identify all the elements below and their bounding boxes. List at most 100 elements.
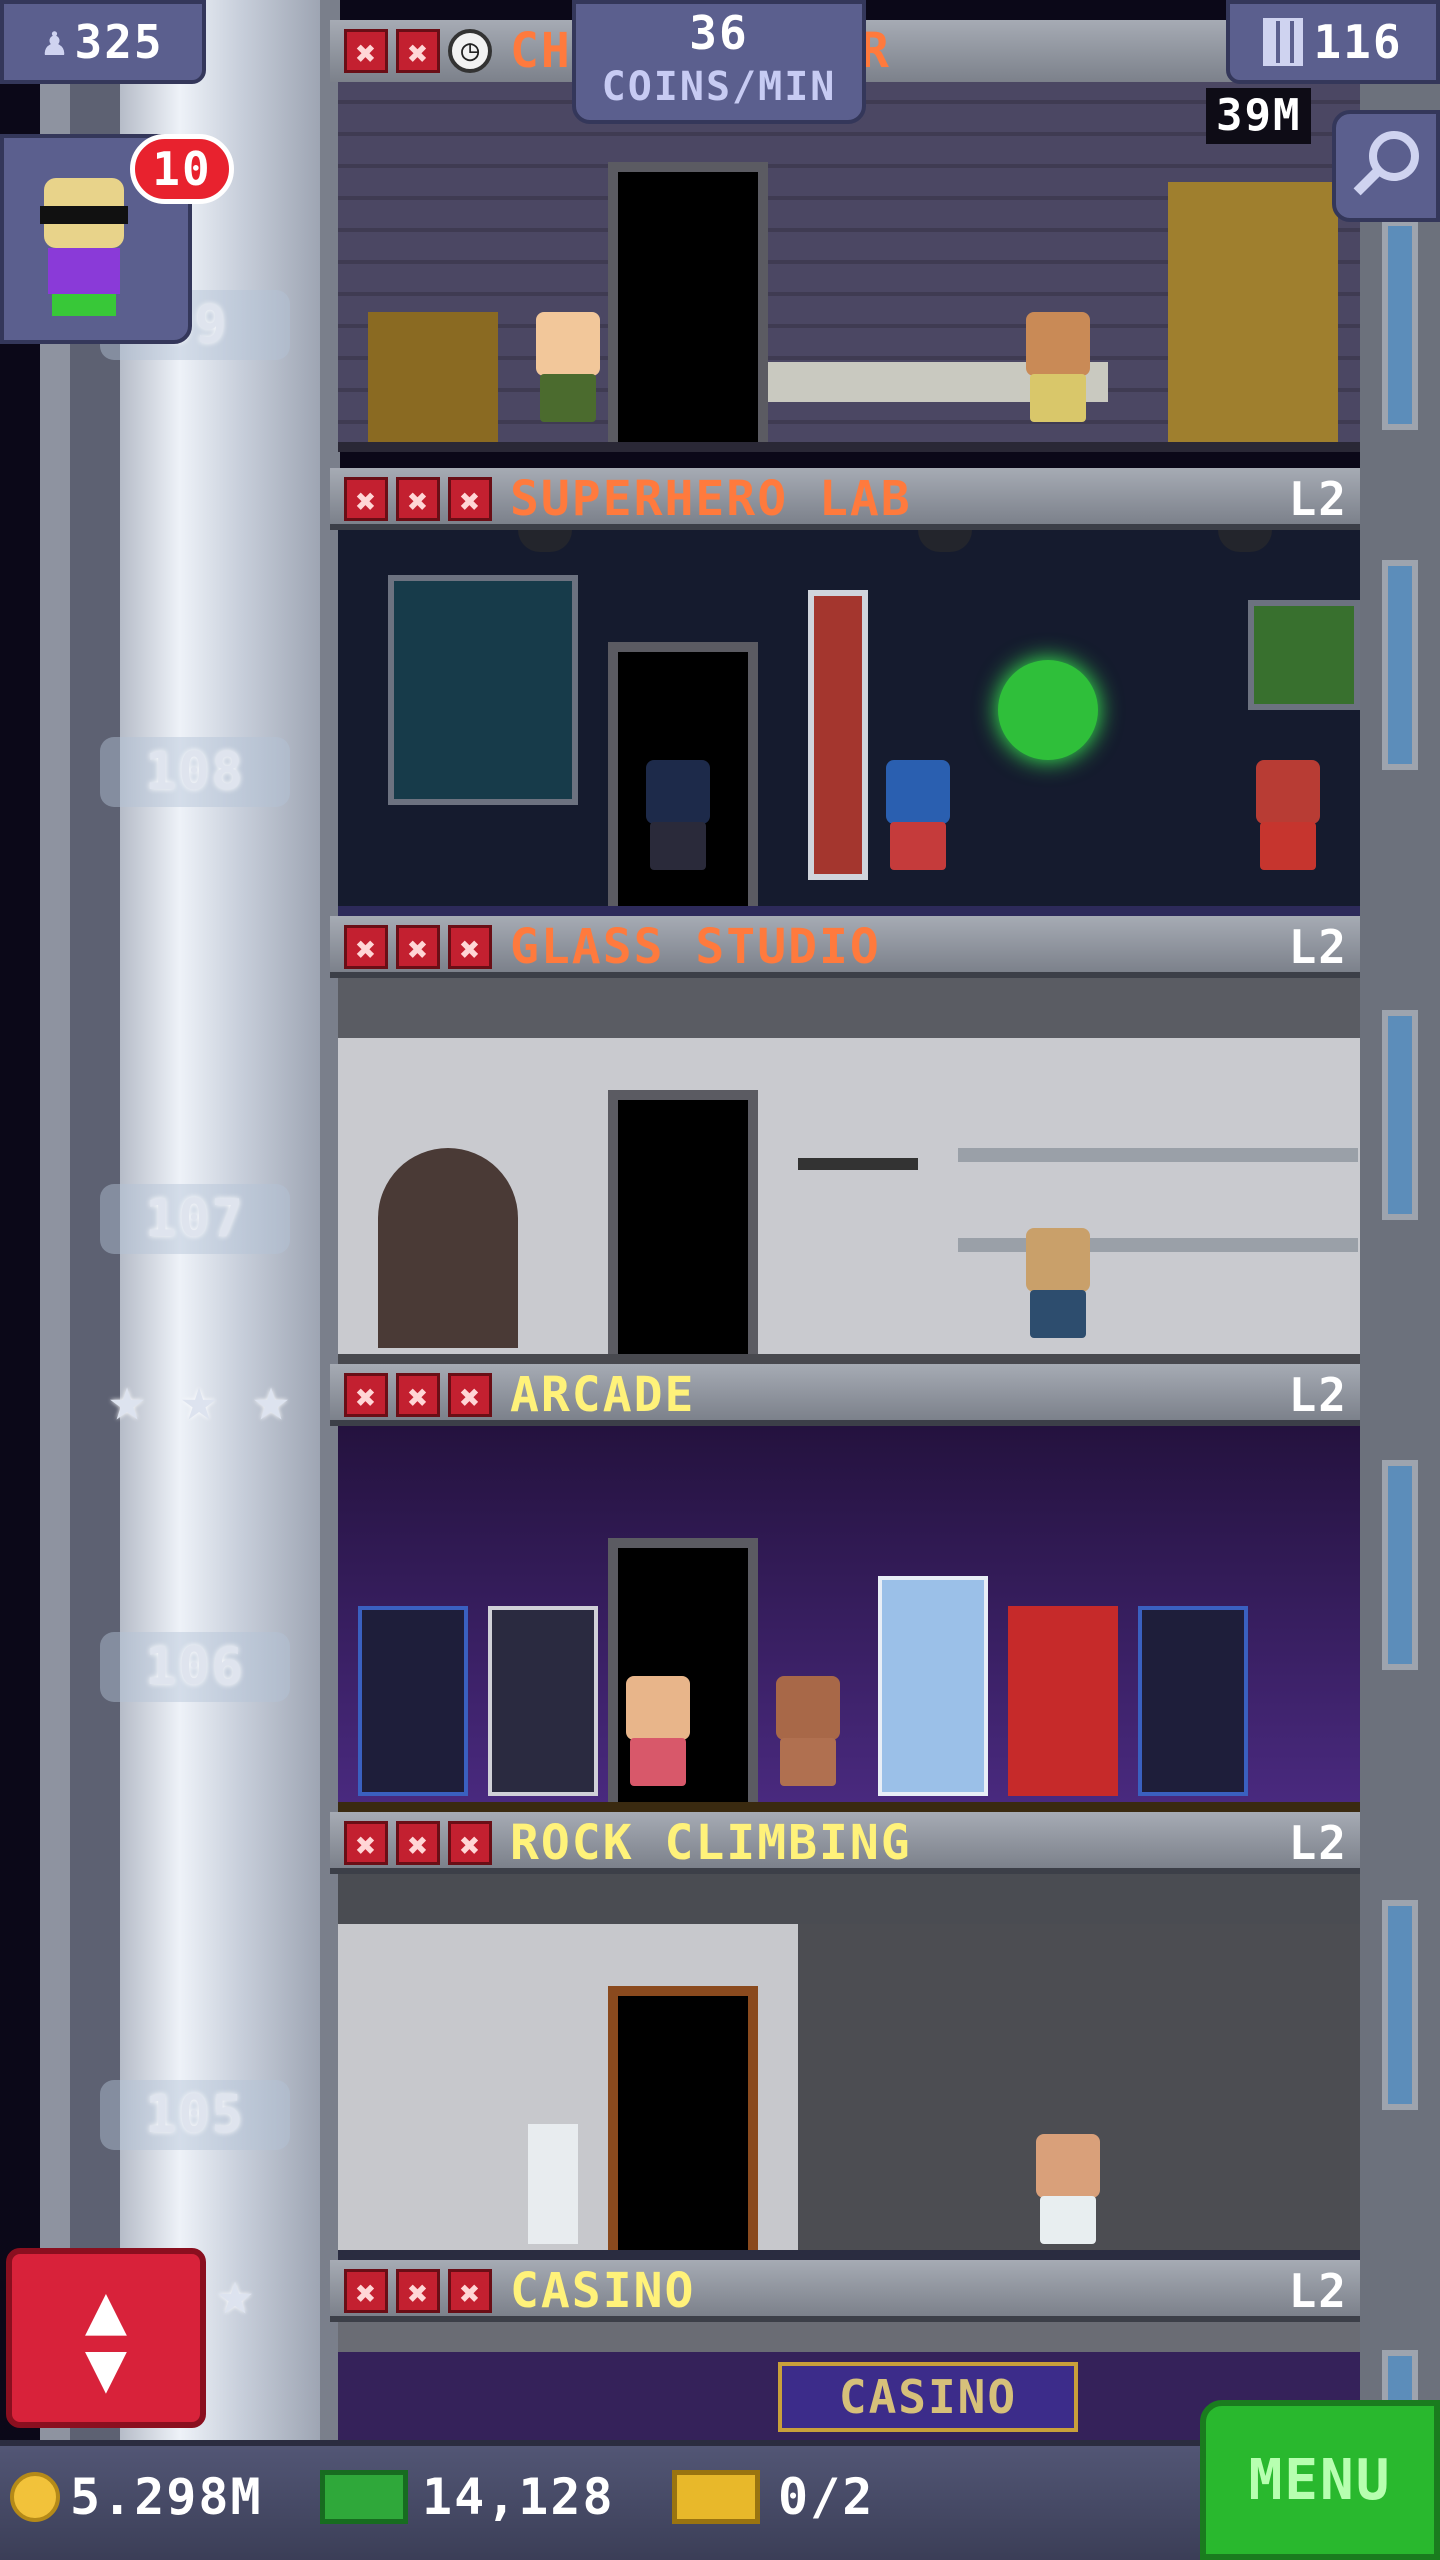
vip-ticket-icon: [672, 2470, 760, 2524]
population-counter[interactable]: ♟ 325: [0, 0, 206, 84]
stock-x-icon: ✖: [344, 1821, 388, 1866]
floor-number-107: 107: [100, 1184, 290, 1254]
cocoa-bin: [368, 312, 498, 442]
citizen[interactable]: [1018, 1228, 1098, 1348]
citizen[interactable]: [528, 312, 608, 432]
arcade-cabinet: [488, 1606, 598, 1796]
bux-value: 14,128: [422, 2468, 615, 2526]
citizen[interactable]: [618, 1676, 698, 1796]
floor-arcade[interactable]: ✖ ✖ ✖ ARCADE L2: [330, 1364, 1360, 1812]
elevator-arrows-icon: ▲ ▼: [84, 2268, 128, 2408]
casino-sign: CASINO: [778, 2362, 1078, 2432]
floor-rock-climbing[interactable]: ✖ ✖ ✖ ROCK CLIMBING L2: [330, 1812, 1360, 2260]
coin-icon: [10, 2472, 60, 2522]
coins-per-min-panel: 36 COINS/MIN: [572, 0, 866, 124]
floor-room: [338, 530, 1360, 916]
stock-x-icon: ✖: [344, 1373, 388, 1418]
arcade-cabinet: [1138, 1606, 1248, 1796]
door: [608, 1090, 758, 1364]
floor-level: L2: [1288, 1368, 1348, 1422]
vip-display[interactable]: 0/2: [672, 2468, 874, 2526]
stock-x-icon: ✖: [344, 477, 388, 522]
floor-name: ARCADE: [510, 1367, 696, 1423]
dna-tube: [808, 590, 868, 880]
floor-room: [338, 978, 1360, 1364]
stock-x-icon: ✖: [396, 925, 440, 970]
shelf: [958, 1148, 1358, 1162]
stock-x-icon: ✖: [448, 925, 492, 970]
floor-number-106: 106: [100, 1632, 290, 1702]
floors-counter[interactable]: 116: [1226, 0, 1440, 84]
floor-number-108: 108: [100, 737, 290, 807]
floor-name: CH: [510, 23, 572, 79]
floor-glass-studio[interactable]: ✖ ✖ ✖ GLASS STUDIO L2: [330, 916, 1360, 1364]
bitizen-button[interactable]: 10: [0, 134, 234, 344]
floor-name: CASINO: [510, 2263, 696, 2319]
citizen[interactable]: [878, 760, 958, 880]
citizen[interactable]: [768, 1676, 848, 1796]
vip-value: 0/2: [778, 2468, 875, 2526]
chocolate-machine: [1168, 182, 1338, 442]
coins-per-min-label: COINS/MIN: [601, 64, 837, 110]
elevator-stars: ★ ★ ★: [96, 1368, 302, 1430]
floor-stock-amount: 39M: [1206, 88, 1312, 144]
floors-value: 116: [1313, 15, 1403, 69]
tool-rack: [798, 1158, 918, 1170]
floor-name: ROCK CLIMBING: [510, 1815, 912, 1871]
floor-level: L2: [1288, 472, 1348, 526]
claw-machine: [878, 1576, 988, 1796]
citizen[interactable]: [1028, 2134, 1108, 2254]
bux-icon: [320, 2470, 408, 2524]
citizen[interactable]: [638, 760, 718, 880]
coins-display[interactable]: 5.298M: [10, 2468, 263, 2526]
stock-x-icon: ✖: [396, 477, 440, 522]
coins-value: 5.298M: [70, 2468, 263, 2526]
arcade-cabinet: [1008, 1606, 1118, 1796]
floor-room: [338, 1426, 1360, 1812]
star-icon: ★: [180, 1362, 218, 1435]
floor-level: L2: [1288, 920, 1348, 974]
blueprint: [388, 575, 578, 805]
menu-button[interactable]: MENU: [1200, 2400, 1440, 2560]
magnifier-icon: [1351, 131, 1421, 201]
star-icon: ★: [252, 1362, 290, 1435]
stock-x-icon: ✖: [448, 2269, 492, 2314]
star-icon: ★: [216, 2256, 254, 2329]
citizen[interactable]: [1248, 760, 1328, 880]
search-button[interactable]: [1332, 110, 1440, 222]
notification-badge: 10: [130, 134, 234, 204]
star-icon: ★: [108, 1362, 146, 1435]
stock-x-icon: ✖: [448, 1373, 492, 1418]
clock-icon: ◷: [448, 29, 492, 73]
coins-per-min-value: 36: [689, 6, 749, 60]
floor-room: [338, 1874, 1360, 2260]
floor-name: GLASS STUDIO: [510, 919, 881, 975]
elevator-button[interactable]: ▲ ▼: [6, 2248, 206, 2428]
floor-level: L2: [1288, 2264, 1348, 2318]
floor-number-105: 105: [100, 2080, 290, 2150]
building-edge: [1360, 0, 1440, 2440]
stock-x-icon: ✖: [396, 2269, 440, 2314]
floor-superhero-lab[interactable]: ✖ ✖ ✖ SUPERHERO LAB L2: [330, 468, 1360, 916]
stock-x-icon: ✖: [448, 477, 492, 522]
water-cooler: [528, 2124, 578, 2244]
stock-x-icon: ✖: [344, 29, 388, 74]
avatar: [34, 178, 134, 318]
game-screen: 09 108 107 106 105 ★ ★ ★ ★ ✖ ✖ ◷ CH R ✖ …: [0, 0, 1440, 2560]
citizen[interactable]: [1018, 312, 1098, 432]
bux-display[interactable]: 14,128: [320, 2468, 615, 2526]
map-screen: [1248, 600, 1360, 710]
person-icon: ♟: [42, 19, 69, 65]
stock-x-icon: ✖: [396, 1373, 440, 1418]
stock-x-icon: ✖: [448, 1821, 492, 1866]
door: [608, 1986, 758, 2260]
hologram-globe: [998, 660, 1098, 760]
arcade-cabinet: [358, 1606, 468, 1796]
population-value: 325: [74, 15, 164, 69]
floor-level: L2: [1288, 1816, 1348, 1870]
stock-x-icon: ✖: [344, 2269, 388, 2314]
door: [608, 162, 768, 452]
stock-x-icon: ✖: [396, 1821, 440, 1866]
stock-x-icon: ✖: [396, 29, 440, 74]
building-icon: [1263, 18, 1304, 66]
